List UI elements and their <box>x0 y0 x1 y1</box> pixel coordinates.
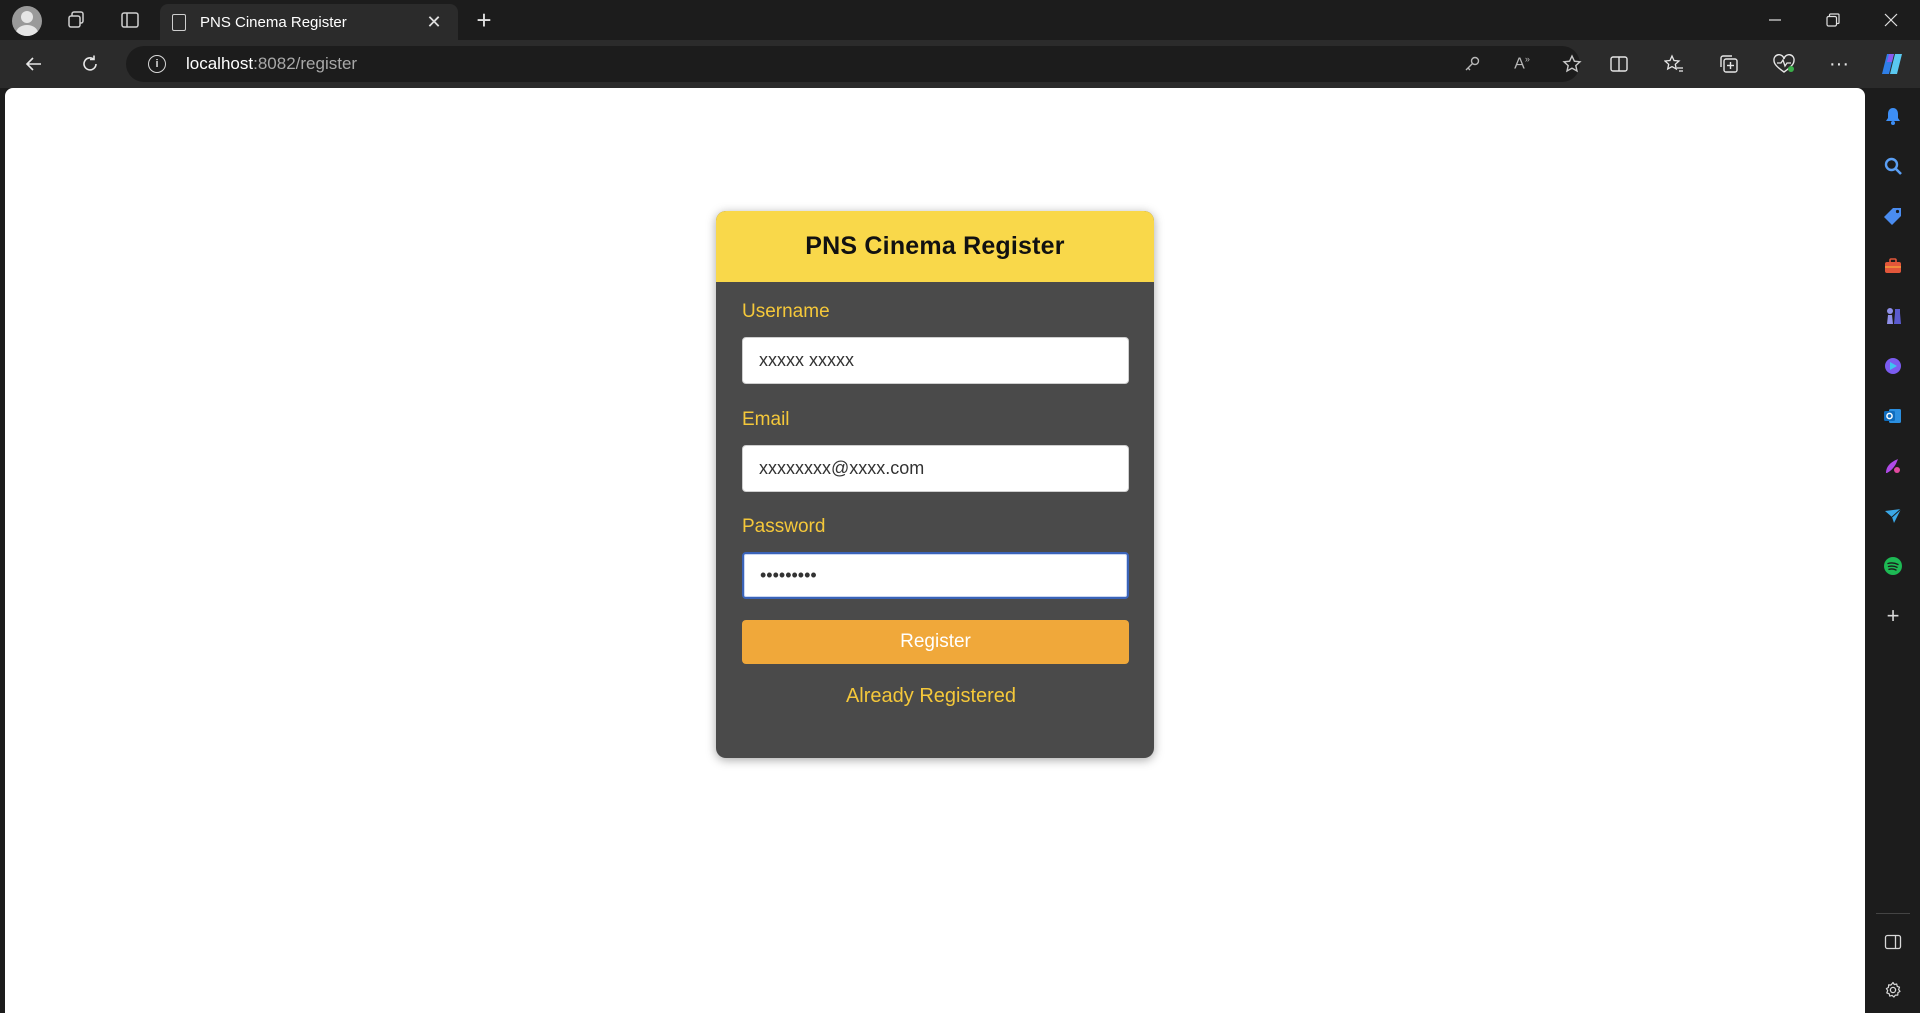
back-arrow-icon[interactable] <box>14 44 54 84</box>
refresh-icon[interactable] <box>70 44 110 84</box>
sidebar-divider <box>1876 913 1910 914</box>
address-bar[interactable]: i localhost:8082/register A» <box>126 46 1582 82</box>
favorite-star-icon[interactable] <box>1552 46 1592 82</box>
register-card: PNS Cinema Register Username xxxxx xxxxx… <box>716 211 1154 758</box>
restore-icon[interactable] <box>1804 0 1862 40</box>
email-input[interactable]: xxxxxxxx@xxxx.com <box>742 445 1129 492</box>
notifications-bell-icon[interactable] <box>1879 102 1907 130</box>
tab-register[interactable]: PNS Cinema Register ✕ <box>160 4 458 40</box>
browser-essentials-icon[interactable] <box>1762 44 1806 84</box>
url-host: localhost <box>186 54 254 73</box>
add-sidebar-app-icon[interactable]: + <box>1879 602 1907 630</box>
hide-sidebar-icon[interactable] <box>1879 928 1907 956</box>
register-title: PNS Cinema Register <box>716 211 1154 282</box>
search-icon[interactable] <box>1879 152 1907 180</box>
spotify-icon[interactable] <box>1879 552 1907 580</box>
close-tab-icon[interactable]: ✕ <box>422 10 446 34</box>
favorites-icon[interactable] <box>1652 44 1696 84</box>
already-registered-link[interactable]: Already Registered <box>716 685 1146 708</box>
send-plane-icon[interactable] <box>1879 502 1907 530</box>
browser-window: PNS Cinema Register ✕ + i localhost:8082… <box>0 0 1920 1013</box>
password-key-icon[interactable] <box>1452 46 1492 82</box>
close-window-icon[interactable] <box>1862 0 1920 40</box>
settings-gear-icon[interactable] <box>1879 976 1907 1004</box>
designer-icon[interactable] <box>1879 452 1907 480</box>
page-viewport: PNS Cinema Register Username xxxxx xxxxx… <box>5 88 1865 1013</box>
outlook-icon[interactable] <box>1879 402 1907 430</box>
new-tab-icon[interactable]: + <box>466 4 502 36</box>
copilot-sidebar-icon[interactable] <box>1879 352 1907 380</box>
profile-avatar-icon[interactable] <box>12 6 42 36</box>
username-input[interactable]: xxxxx xxxxx <box>742 337 1129 384</box>
register-button[interactable]: Register <box>742 620 1129 664</box>
navigation-bar: i localhost:8082/register A» ··· <box>0 40 1920 88</box>
tab-bar: PNS Cinema Register ✕ + <box>0 0 1920 40</box>
workspaces-icon[interactable] <box>52 0 100 40</box>
site-info-icon[interactable]: i <box>148 55 166 73</box>
copilot-icon[interactable] <box>1870 44 1914 84</box>
read-aloud-icon[interactable]: A» <box>1502 46 1542 82</box>
shopping-tag-icon[interactable] <box>1879 202 1907 230</box>
tab-title: PNS Cinema Register <box>200 13 347 31</box>
vertical-tabs-icon[interactable] <box>106 0 154 40</box>
password-label: Password <box>742 516 826 537</box>
collections-icon[interactable] <box>1707 44 1751 84</box>
more-options-icon[interactable]: ··· <box>1817 44 1861 84</box>
username-label: Username <box>742 301 830 322</box>
url-path: :8082/register <box>253 54 358 73</box>
edge-sidebar: + <box>1866 88 1920 1013</box>
minimize-icon[interactable] <box>1746 0 1804 40</box>
split-screen-icon[interactable] <box>1597 44 1641 84</box>
games-chess-icon[interactable] <box>1879 302 1907 330</box>
page-icon <box>172 13 186 31</box>
tools-briefcase-icon[interactable] <box>1879 252 1907 280</box>
password-input[interactable]: ••••••••• <box>742 552 1129 599</box>
email-label: Email <box>742 409 790 430</box>
